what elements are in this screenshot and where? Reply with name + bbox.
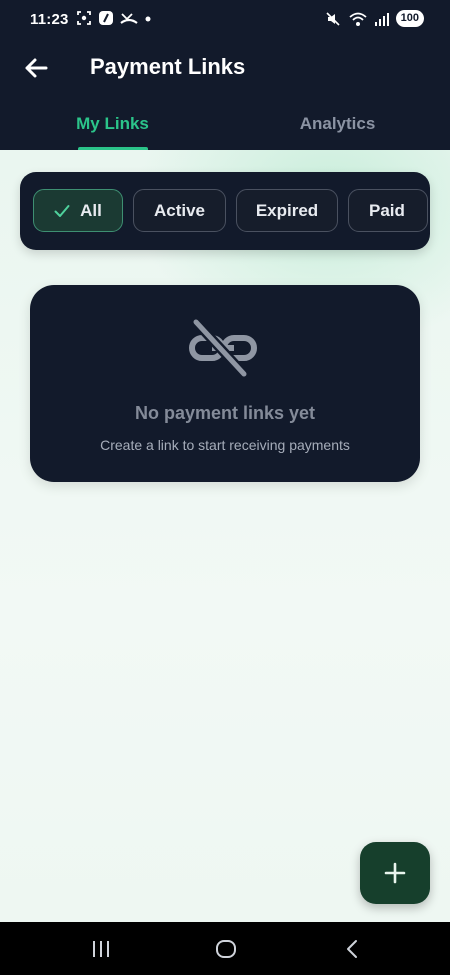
top-app-bar: 11:23 100 Payment Links My Links Analyti… bbox=[0, 0, 450, 150]
filter-chip-label: Paid bbox=[369, 200, 405, 220]
empty-state-card: No payment links yet Create a link to st… bbox=[30, 285, 420, 482]
plus-icon bbox=[384, 862, 406, 884]
filter-chip-all[interactable]: All bbox=[33, 189, 123, 232]
dot-icon bbox=[145, 16, 151, 22]
status-icons-left bbox=[76, 10, 152, 26]
content-area bbox=[0, 150, 450, 922]
filter-chip-label: Expired bbox=[255, 200, 319, 220]
empty-state-subtitle: Create a link to start receiving payment… bbox=[100, 437, 350, 453]
battery-icon: 100 bbox=[395, 10, 424, 27]
tab-label: Analytics bbox=[299, 114, 376, 133]
link-off-icon bbox=[189, 318, 257, 378]
wifi-icon bbox=[349, 12, 367, 26]
filter-chip-label: Active bbox=[153, 200, 206, 220]
filter-panel: All Active Expired Paid bbox=[20, 172, 430, 250]
recents-icon[interactable] bbox=[88, 936, 114, 962]
filter-chip-expired[interactable]: Expired bbox=[236, 189, 338, 232]
tab-analytics[interactable]: Analytics bbox=[225, 100, 450, 150]
empty-state-title: No payment links yet bbox=[134, 403, 316, 423]
status-bar: 11:23 100 bbox=[0, 0, 450, 40]
app-icon bbox=[99, 11, 113, 25]
screenshot-icon bbox=[77, 11, 91, 25]
filter-chip-paid[interactable]: Paid bbox=[348, 189, 428, 232]
filter-chip-label: All bbox=[80, 200, 102, 220]
signal-icon bbox=[374, 12, 389, 26]
tab-bar: My Links Analytics bbox=[0, 100, 450, 150]
filter-chip-active[interactable]: Active bbox=[133, 189, 226, 232]
home-icon[interactable] bbox=[213, 936, 239, 962]
app-bar: Payment Links bbox=[0, 40, 450, 96]
back-icon[interactable] bbox=[340, 936, 366, 962]
system-nav-bar bbox=[0, 922, 450, 975]
missed-call-icon bbox=[120, 13, 138, 24]
check-icon bbox=[54, 204, 70, 217]
tab-label: My Links bbox=[76, 114, 149, 133]
filter-chip-row[interactable]: All Active Expired Paid bbox=[33, 189, 428, 232]
mute-icon bbox=[326, 11, 340, 26]
tab-my-links[interactable]: My Links bbox=[0, 100, 225, 150]
arrow-left-icon[interactable] bbox=[20, 52, 52, 84]
status-time: 11:23 bbox=[30, 11, 69, 28]
page-title: Payment Links bbox=[90, 54, 246, 79]
status-icons-right: 100 bbox=[325, 10, 424, 27]
create-link-button[interactable] bbox=[360, 842, 430, 904]
